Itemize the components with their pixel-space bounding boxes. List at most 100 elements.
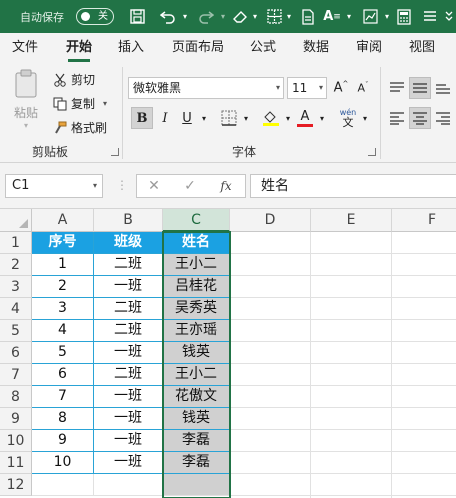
bold-button[interactable]: B: [131, 107, 153, 129]
underline-button[interactable]: U: [176, 107, 198, 129]
borders-icon[interactable]: [262, 0, 286, 33]
header-cell-class[interactable]: 班级: [94, 232, 163, 254]
redo-icon[interactable]: [194, 0, 218, 33]
align-icon[interactable]: [418, 0, 442, 33]
font-size-select[interactable]: 11 ▾: [287, 77, 327, 99]
table-cell[interactable]: 王小二: [163, 364, 230, 386]
calculator-icon[interactable]: [392, 0, 416, 33]
copy-button[interactable]: 复制 ▾: [52, 95, 107, 112]
clipboard-launcher-icon[interactable]: [111, 148, 119, 156]
table-cell[interactable]: 李磊: [163, 430, 230, 452]
increase-font-size-button[interactable]: A^: [330, 77, 352, 99]
empty-cell[interactable]: [163, 474, 230, 496]
empty-columns-area[interactable]: [230, 232, 456, 498]
table-cell[interactable]: 3: [32, 298, 94, 320]
eraser-icon[interactable]: [228, 0, 252, 33]
table-cell[interactable]: 一班: [94, 342, 163, 364]
table-cell[interactable]: 4: [32, 320, 94, 342]
align-bottom-button[interactable]: [432, 77, 454, 99]
column-header-e[interactable]: E: [311, 209, 392, 232]
table-cell[interactable]: 5: [32, 342, 94, 364]
table-cell[interactable]: 王亦瑶: [163, 320, 230, 342]
name-box[interactable]: C1 ▾: [5, 174, 103, 198]
row-header[interactable]: 3: [0, 276, 32, 298]
row-header[interactable]: 9: [0, 408, 32, 430]
row-header[interactable]: 6: [0, 342, 32, 364]
table-cell[interactable]: 9: [32, 430, 94, 452]
formula-bar-grip-icon[interactable]: ⋮: [116, 177, 128, 193]
select-all-button[interactable]: [0, 209, 32, 232]
undo-dropdown-icon[interactable]: ▾: [180, 0, 190, 33]
tab-review[interactable]: 审阅: [356, 33, 382, 63]
column-header-b[interactable]: B: [94, 209, 163, 232]
format-painter-button[interactable]: 格式刷: [52, 119, 107, 136]
table-cell[interactable]: 一班: [94, 386, 163, 408]
redo-dropdown-icon[interactable]: ▾: [218, 0, 228, 33]
empty-cell[interactable]: [94, 474, 163, 496]
table-cell[interactable]: 一班: [94, 452, 163, 474]
tab-home[interactable]: 开始: [66, 33, 92, 63]
table-cell[interactable]: 钱英: [163, 342, 230, 364]
font-color-dropdown-icon[interactable]: ▾: [316, 107, 328, 129]
borders-button[interactable]: [218, 107, 240, 129]
table-cell[interactable]: 二班: [94, 364, 163, 386]
row-header[interactable]: 10: [0, 430, 32, 452]
table-cell[interactable]: 吴秀英: [163, 298, 230, 320]
table-cell[interactable]: 二班: [94, 298, 163, 320]
font-name-select[interactable]: 微软雅黑 ▾: [128, 77, 284, 99]
paste-button[interactable]: 粘贴 ▾: [8, 69, 44, 131]
align-top-button[interactable]: [386, 77, 408, 99]
decrease-font-size-button[interactable]: Aˇ: [352, 77, 374, 99]
phonetic-guide-button[interactable]: wén 文: [335, 107, 361, 129]
row-header[interactable]: 8: [0, 386, 32, 408]
borders-dropdown-icon[interactable]: ▾: [240, 107, 252, 129]
more-icon[interactable]: [442, 0, 456, 33]
table-cell[interactable]: 钱英: [163, 408, 230, 430]
undo-icon[interactable]: [156, 0, 180, 33]
fill-color-dropdown-icon[interactable]: ▾: [282, 107, 294, 129]
row-header[interactable]: 12: [0, 474, 32, 496]
formula-input[interactable]: 姓名: [250, 174, 456, 198]
empty-cell[interactable]: [32, 474, 94, 496]
align-center-button[interactable]: [409, 107, 431, 129]
table-cell[interactable]: 6: [32, 364, 94, 386]
text-style-icon[interactable]: A ≡: [320, 0, 344, 33]
cut-button[interactable]: 剪切: [52, 71, 95, 88]
table-cell[interactable]: 1: [32, 254, 94, 276]
insert-function-icon[interactable]: fx: [211, 175, 241, 197]
align-left-button[interactable]: [386, 107, 408, 129]
italic-button[interactable]: I: [154, 107, 176, 129]
phonetic-dropdown-icon[interactable]: ▾: [360, 107, 370, 129]
align-right-button[interactable]: [432, 107, 454, 129]
row-header[interactable]: 7: [0, 364, 32, 386]
row-header[interactable]: 2: [0, 254, 32, 276]
tab-view[interactable]: 视图: [409, 33, 435, 63]
row-header[interactable]: 5: [0, 320, 32, 342]
row-header[interactable]: 11: [0, 452, 32, 474]
fill-color-button[interactable]: [260, 107, 282, 129]
borders-dropdown-icon[interactable]: ▾: [284, 0, 294, 33]
table-cell[interactable]: 王小二: [163, 254, 230, 276]
confirm-icon[interactable]: ✓: [175, 175, 205, 197]
header-cell-index[interactable]: 序号: [32, 232, 94, 254]
table-cell[interactable]: 7: [32, 386, 94, 408]
cancel-icon[interactable]: ✕: [139, 175, 169, 197]
tab-file[interactable]: 文件: [12, 33, 38, 63]
save-icon[interactable]: [126, 0, 148, 33]
table-cell[interactable]: 2: [32, 276, 94, 298]
table-cell[interactable]: 花傲文: [163, 386, 230, 408]
table-cell[interactable]: 8: [32, 408, 94, 430]
chart-icon[interactable]: [358, 0, 382, 33]
table-cell[interactable]: 李磊: [163, 452, 230, 474]
table-cell[interactable]: 二班: [94, 254, 163, 276]
font-color-button[interactable]: A: [294, 107, 316, 129]
tab-page-layout[interactable]: 页面布局: [172, 33, 224, 63]
table-cell[interactable]: 一班: [94, 430, 163, 452]
column-header-f[interactable]: F: [392, 209, 456, 232]
tab-insert[interactable]: 插入: [118, 33, 144, 63]
tab-data[interactable]: 数据: [303, 33, 329, 63]
row-header[interactable]: 1: [0, 232, 32, 254]
table-cell[interactable]: 吕桂花: [163, 276, 230, 298]
font-launcher-icon[interactable]: [368, 148, 376, 156]
align-middle-button[interactable]: [409, 77, 431, 99]
